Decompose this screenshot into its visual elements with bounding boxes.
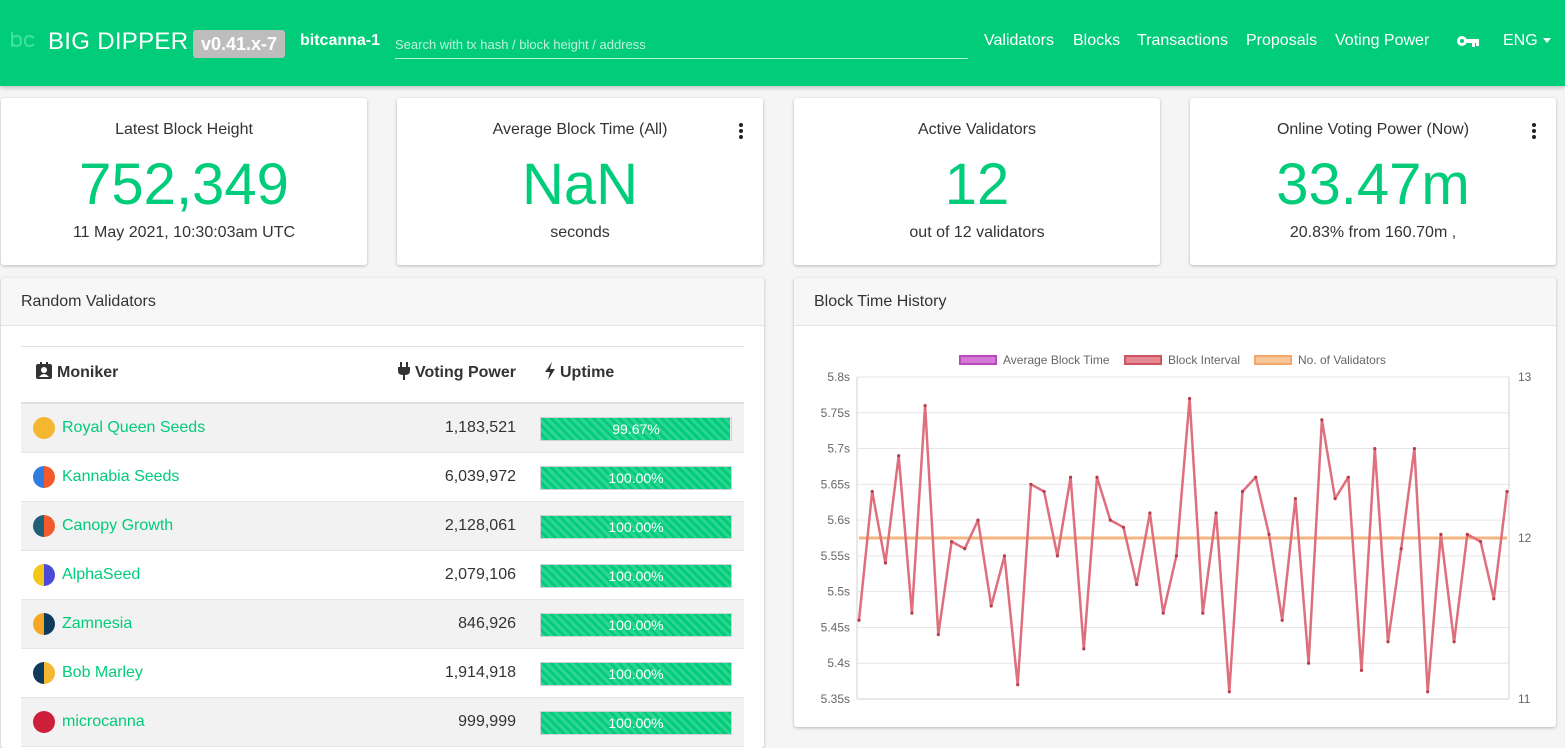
block-interval-point bbox=[963, 547, 967, 551]
series-block-interval-line bbox=[857, 397, 1509, 694]
block-interval-point bbox=[1280, 618, 1284, 622]
block-interval-point bbox=[1386, 640, 1390, 644]
block-interval-point bbox=[1029, 482, 1033, 486]
block-interval-point bbox=[1320, 418, 1324, 422]
y-right-tick-label: 11 bbox=[1518, 692, 1531, 706]
block-interval-point bbox=[950, 540, 954, 544]
y-right-tick-label: 13 bbox=[1518, 370, 1532, 384]
y-left-tick-label: 5.45s bbox=[821, 620, 850, 634]
block-interval-point bbox=[1002, 554, 1007, 558]
y-left-tick-label: 5.65s bbox=[821, 477, 850, 491]
block-interval-point bbox=[1042, 489, 1046, 494]
block-interval-point bbox=[870, 489, 874, 494]
block-interval-point bbox=[936, 633, 940, 637]
block-interval-point bbox=[1174, 554, 1178, 558]
block-interval-point bbox=[1439, 532, 1443, 537]
block-interval-point bbox=[1240, 489, 1245, 494]
block-interval-point bbox=[1254, 475, 1258, 479]
block-interval-point bbox=[1307, 661, 1311, 665]
y-left-tick-label: 5.4s bbox=[827, 656, 850, 670]
block-interval-point bbox=[1479, 540, 1483, 544]
block-interval-point bbox=[1426, 690, 1430, 694]
block-interval-point bbox=[1359, 668, 1364, 673]
block-interval-point bbox=[1161, 611, 1165, 615]
block-interval-point bbox=[1121, 525, 1126, 529]
y-left-tick-label: 5.6s bbox=[827, 513, 850, 527]
block-interval-point bbox=[1016, 683, 1020, 687]
y-left-tick-label: 5.55s bbox=[821, 549, 850, 563]
block-interval-point bbox=[976, 518, 980, 522]
block-interval-point bbox=[910, 611, 914, 615]
block-interval-point bbox=[883, 561, 888, 565]
block-interval-point bbox=[1227, 690, 1231, 694]
y-right-tick-label: 12 bbox=[1518, 531, 1532, 545]
y-left-tick-label: 5.75s bbox=[821, 406, 850, 420]
block-interval-point bbox=[1465, 532, 1469, 537]
block-interval-point bbox=[1214, 511, 1218, 515]
block-interval-point bbox=[1333, 497, 1337, 501]
block-interval-point bbox=[1505, 489, 1509, 494]
block-interval-point bbox=[1095, 475, 1099, 479]
y-left-tick-label: 5.8s bbox=[827, 370, 850, 384]
y-left-tick-label: 5.35s bbox=[821, 692, 850, 706]
block-time-chart: 5.8s 5.75s 5.7s 5.65s 5.6s 5.55s 5.5s 5.45s 5.4s… bbox=[821, 370, 1532, 706]
block-interval-point bbox=[1346, 475, 1350, 479]
block-interval-point bbox=[1135, 582, 1139, 587]
block-interval-point bbox=[1148, 511, 1152, 515]
block-interval-point bbox=[857, 618, 861, 622]
block-interval-point bbox=[1201, 611, 1205, 615]
block-interval-point bbox=[1082, 647, 1086, 651]
y-left-tick-label: 5.5s bbox=[827, 585, 850, 599]
block-interval-point bbox=[989, 604, 993, 608]
y-left-tick-label: 5.7s bbox=[827, 442, 850, 456]
block-interval-point bbox=[923, 404, 927, 408]
block-interval-point bbox=[1055, 554, 1059, 558]
block-interval-point bbox=[1069, 475, 1073, 479]
block-interval-point bbox=[897, 454, 901, 458]
block-interval-point bbox=[1108, 518, 1112, 522]
block-interval-point bbox=[1399, 547, 1403, 551]
block-interval-point bbox=[1492, 597, 1496, 601]
block-interval-point bbox=[1373, 447, 1377, 451]
block-interval-point bbox=[1412, 447, 1416, 451]
block-interval-point bbox=[1452, 640, 1456, 644]
block-interval-point bbox=[1293, 497, 1297, 501]
block-interval-point bbox=[1267, 532, 1271, 537]
block-interval-point bbox=[1188, 396, 1192, 401]
